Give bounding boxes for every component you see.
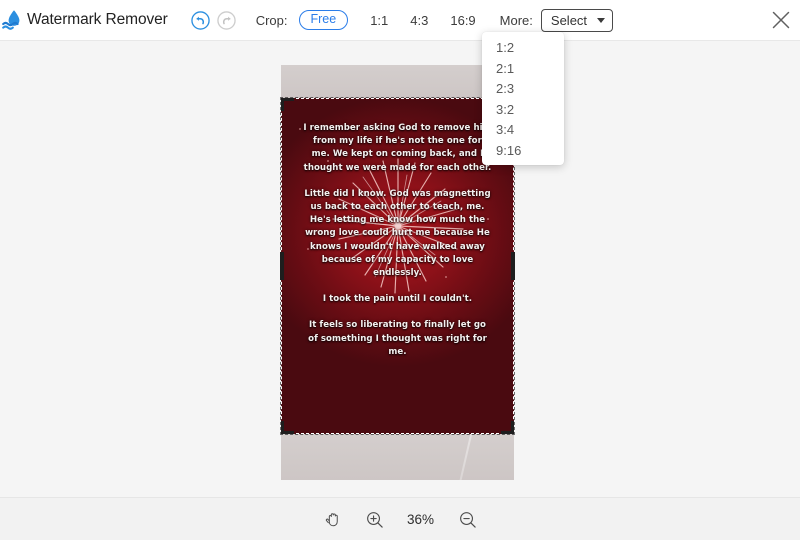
dropdown-item-3-2[interactable]: 3:2 xyxy=(482,100,564,121)
dropdown-item-3-4[interactable]: 3:4 xyxy=(482,120,564,141)
more-ratio-select[interactable]: Select xyxy=(540,8,613,32)
water-drop-wave-logo-icon xyxy=(2,8,26,32)
top-toolbar: Watermark Remover Crop: Free 1:1 4:3 16:… xyxy=(0,0,800,41)
app-brand: Watermark Remover xyxy=(0,0,168,41)
redo-circle-icon[interactable] xyxy=(216,10,236,30)
quote-paragraph: It feels so liberating to finally let go… xyxy=(308,320,487,357)
crop-label: Crop: xyxy=(255,12,288,28)
aspect-ratio-options: Free 1:1 4:3 16:9 xyxy=(298,9,476,31)
photo-quote-text: I remember asking God to remove him from… xyxy=(281,98,514,434)
more-ratio-select-wrapper: Select xyxy=(540,8,613,32)
zoom-in-icon[interactable] xyxy=(365,510,384,529)
zoom-out-icon[interactable] xyxy=(458,510,477,529)
dropdown-item-2-1[interactable]: 2:1 xyxy=(482,59,564,80)
undo-circle-icon[interactable] xyxy=(190,10,210,30)
dropdown-item-9-16[interactable]: 9:16 xyxy=(482,141,564,162)
fireworks-quote-photo[interactable]: I remember asking God to remove him from… xyxy=(281,65,514,480)
editor-canvas[interactable]: I remember asking God to remove him from… xyxy=(0,41,800,497)
bottom-toolbar: 36% xyxy=(0,497,800,540)
dropdown-item-2-3[interactable]: 2:3 xyxy=(482,79,564,100)
zoom-level: 36% xyxy=(406,511,435,527)
close-icon[interactable] xyxy=(767,6,795,34)
more-ratio-dropdown-menu: 1:2 2:1 2:3 3:2 3:4 9:16 xyxy=(482,32,564,165)
ratio-option-1-1[interactable]: 1:1 xyxy=(370,13,388,28)
watermark-remover-window: Watermark Remover Crop: Free 1:1 4:3 16:… xyxy=(0,0,800,540)
dropdown-item-1-2[interactable]: 1:2 xyxy=(482,38,564,59)
ratio-option-4-3[interactable]: 4:3 xyxy=(410,13,428,28)
photo-top-band xyxy=(281,65,514,98)
select-value: Select xyxy=(550,12,588,28)
photo-red-region: I remember asking God to remove him from… xyxy=(281,98,514,434)
more-label: More: xyxy=(499,12,533,28)
history-controls xyxy=(190,10,236,30)
ratio-option-16-9[interactable]: 16:9 xyxy=(450,13,475,28)
quote-paragraph: I took the pain until I couldn't. xyxy=(322,294,473,305)
quote-paragraph: Little did I know. God was magnetting us… xyxy=(304,188,491,279)
ratio-option-free[interactable]: Free xyxy=(298,9,349,31)
photo-bottom-band xyxy=(281,381,514,480)
hand-pan-icon[interactable] xyxy=(324,510,343,529)
chevron-down-icon xyxy=(596,17,605,23)
app-title: Watermark Remover xyxy=(27,11,168,28)
quote-paragraph: I remember asking God to remove him from… xyxy=(303,123,492,173)
